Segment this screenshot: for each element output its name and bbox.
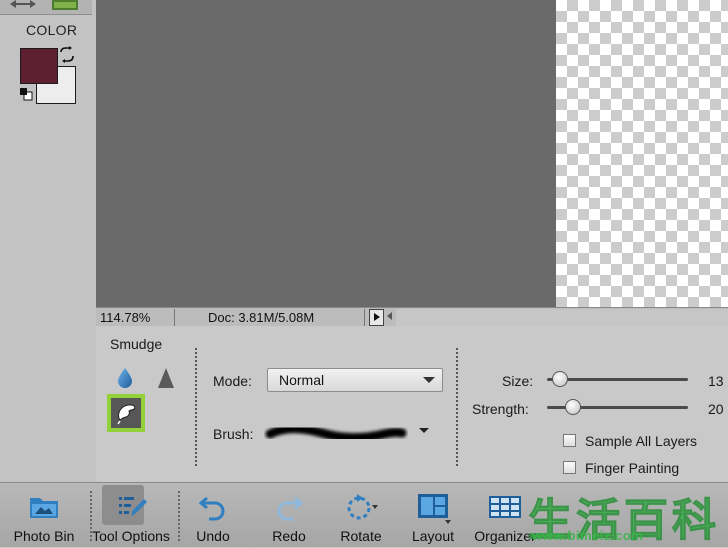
watermark: 生活百科 www.bimeiz.com — [528, 484, 728, 547]
smudge-tool-button[interactable] — [107, 394, 145, 432]
color-section-label: COLOR — [26, 22, 78, 38]
undo-button[interactable]: Undo — [178, 483, 248, 547]
size-value[interactable]: 13 — [708, 373, 724, 389]
size-slider-track[interactable] — [547, 378, 688, 381]
scroll-left-arrow-icon[interactable] — [387, 312, 392, 320]
layout-label: Layout — [411, 528, 455, 544]
undo-icon — [198, 496, 225, 521]
organizer-icon — [489, 496, 521, 518]
options-divider — [456, 348, 458, 466]
rotate-button[interactable]: Rotate — [326, 483, 396, 547]
tool-icon[interactable] — [52, 0, 82, 12]
foreground-color-swatch[interactable] — [20, 48, 58, 84]
default-colors-icon[interactable] — [19, 87, 33, 101]
sample-all-layers-label[interactable]: Sample All Layers — [585, 433, 697, 449]
swap-colors-icon[interactable] — [58, 46, 76, 64]
horizontal-scrollbar[interactable] — [396, 309, 728, 326]
photo-bin-icon — [30, 498, 58, 518]
options-divider — [195, 348, 197, 466]
blur-tool-icon[interactable] — [116, 366, 134, 390]
tool-options-button[interactable]: Tool Options — [88, 483, 174, 547]
move-arrows-icon[interactable] — [8, 0, 38, 12]
watermark-url: www.bimeiz.com — [532, 528, 644, 543]
size-label: Size: — [502, 373, 534, 389]
photo-bin-label: Photo Bin — [13, 528, 75, 544]
size-slider-thumb[interactable] — [552, 371, 568, 387]
status-divider — [174, 309, 175, 326]
finger-painting-label[interactable]: Finger Painting — [585, 460, 679, 476]
document-canvas-transparent[interactable] — [556, 0, 728, 307]
layout-button[interactable]: Layout — [398, 483, 468, 547]
zoom-level[interactable]: 114.78% — [100, 310, 150, 325]
undo-label: Undo — [196, 528, 230, 544]
tool-options-icon — [119, 497, 147, 516]
rotate-icon — [347, 494, 378, 520]
status-bar: 114.78% Doc: 3.81M/5.08M — [96, 307, 728, 327]
mode-dropdown[interactable]: Normal — [267, 368, 443, 392]
document-size-info: Doc: 3.81M/5.08M — [208, 310, 315, 325]
redo-label: Redo — [272, 528, 306, 544]
redo-icon — [277, 496, 304, 521]
chevron-down-icon — [423, 377, 435, 383]
sharpen-tool-icon[interactable] — [156, 366, 176, 390]
brush-picker-arrow-icon[interactable] — [419, 428, 429, 433]
redo-button[interactable]: Redo — [254, 483, 324, 547]
brush-label: Brush: — [213, 426, 254, 442]
smudge-finger-icon — [117, 404, 136, 425]
status-divider — [364, 309, 365, 326]
tools-strip — [0, 0, 92, 15]
status-menu-button[interactable] — [369, 309, 384, 326]
mode-value: Normal — [279, 372, 325, 388]
tool-options-panel: Smudge Mode: Normal Brush: Size: 13 Stre… — [96, 326, 728, 482]
rotate-label: Rotate — [340, 528, 382, 544]
tool-name-label: Smudge — [110, 336, 163, 352]
mode-label: Mode: — [213, 373, 252, 389]
layout-icon — [418, 494, 451, 524]
finger-painting-checkbox[interactable] — [563, 461, 576, 474]
tool-options-label: Tool Options — [92, 528, 170, 544]
photo-bin-button[interactable]: Photo Bin — [0, 483, 88, 547]
sample-all-layers-checkbox[interactable] — [563, 434, 576, 447]
strength-label: Strength: — [472, 401, 529, 417]
strength-value[interactable]: 20 — [708, 401, 724, 417]
brush-stroke-preview[interactable] — [264, 418, 408, 446]
strength-slider-thumb[interactable] — [565, 399, 581, 415]
tools-panel: COLOR — [0, 0, 97, 482]
